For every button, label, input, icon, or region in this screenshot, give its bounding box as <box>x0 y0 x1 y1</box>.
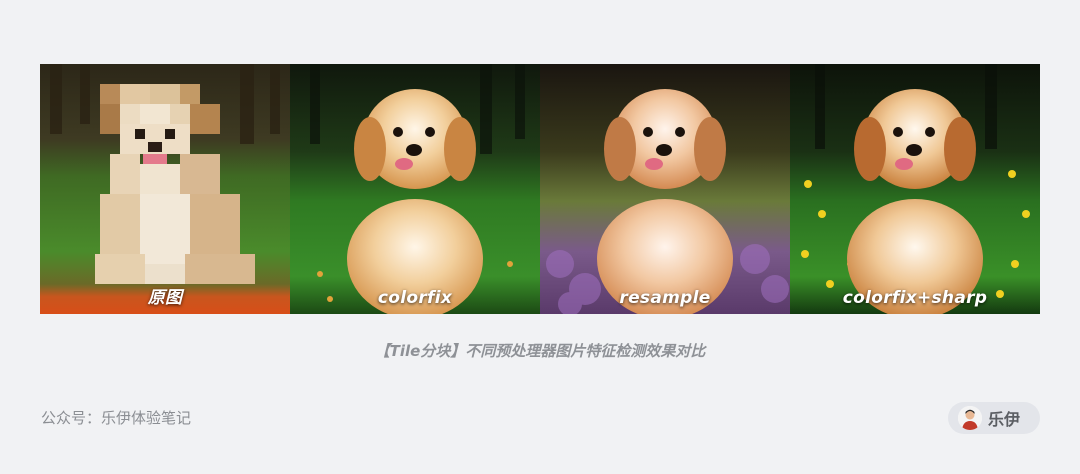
panel-label: 原图 <box>147 288 183 308</box>
panel-colorfix: colorfix <box>290 64 540 314</box>
panel-label: resample <box>619 288 711 308</box>
panel-resample: resample <box>540 64 790 314</box>
author-name: 乐伊 <box>988 410 1021 429</box>
author-chip[interactable]: 乐伊 <box>948 402 1040 434</box>
puppy-image-colorfix <box>290 64 540 314</box>
panel-label: colorfix+sharp <box>842 288 988 308</box>
panel-colorfix-sharp: colorfix+sharp <box>790 64 1040 314</box>
panel-label: colorfix <box>377 288 453 308</box>
puppy-image-original <box>40 64 290 314</box>
source-account: 公众号：乐伊体验笔记 <box>41 409 192 427</box>
figure-caption: 【Tile分块】不同预处理器图片特征检测效果对比 <box>374 342 706 360</box>
comparison-image-strip: 原图 colorfix resample colorfix+sharp <box>40 64 1040 314</box>
page: 原图 colorfix resample colorfix+sharp 【Til… <box>0 0 1080 474</box>
person-avatar-icon <box>958 406 982 430</box>
panel-original: 原图 <box>40 64 290 314</box>
puppy-image-colorfix-sharp <box>790 64 1040 314</box>
puppy-image-resample <box>540 64 790 314</box>
